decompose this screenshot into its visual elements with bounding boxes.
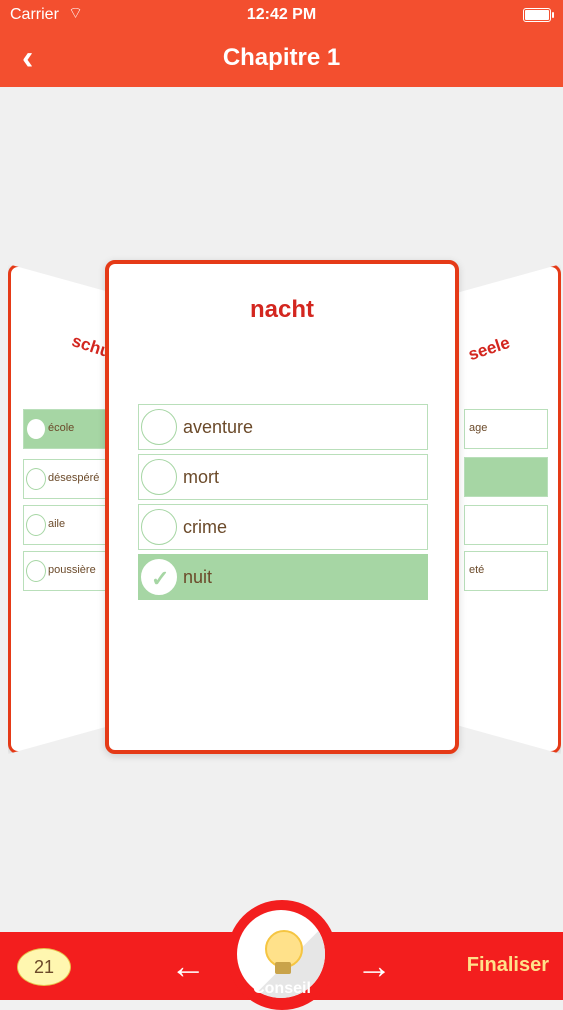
remaining-count-badge: 21 xyxy=(17,948,71,986)
arrow-right-icon: → xyxy=(356,945,392,986)
next-card-button[interactable]: → xyxy=(354,946,394,986)
option-label: nuit xyxy=(183,567,213,587)
previous-card-button[interactable]: ← xyxy=(168,946,208,986)
radio-circle-icon xyxy=(26,468,46,490)
battery-icon xyxy=(523,8,554,22)
answer-option[interactable]: eté xyxy=(464,551,548,591)
status-bar: Carrier ⌔ 12:42 PM xyxy=(0,0,563,30)
answer-option[interactable]: aile xyxy=(23,505,111,545)
status-time: 12:42 PM xyxy=(246,6,317,23)
option-label: aventure xyxy=(183,417,254,437)
answer-option[interactable]: désespéré xyxy=(23,459,111,499)
finalize-button[interactable]: Finaliser xyxy=(467,954,549,977)
radio-circle-icon xyxy=(26,560,46,582)
answer-option[interactable]: age xyxy=(464,409,548,449)
option-label: mort xyxy=(183,467,219,487)
lightbulb-base xyxy=(275,962,291,974)
card-word: nacht xyxy=(249,296,314,323)
arrow-left-icon: ← xyxy=(170,945,206,986)
option-label: crime xyxy=(183,517,227,537)
answer-option-mort[interactable]: mort xyxy=(138,454,428,500)
hint-label: Conseil xyxy=(253,980,311,997)
nav-bar: ‹ Chapitre 1 xyxy=(0,30,563,87)
radio-circle-icon xyxy=(141,409,177,445)
answer-option[interactable]: école xyxy=(23,409,111,449)
radio-circle-icon xyxy=(141,509,177,545)
answer-option-crime[interactable]: crime xyxy=(138,504,428,550)
answer-option[interactable]: poussière xyxy=(23,551,111,591)
flashcard-current: nacht aventure mort crime ✓ nuit xyxy=(105,260,459,754)
answer-option[interactable] xyxy=(464,505,548,545)
card-next[interactable]: seele age eté xyxy=(455,264,561,754)
checkmark-icon: ✓ xyxy=(151,566,170,591)
answer-option-nuit[interactable]: ✓ nuit xyxy=(138,554,428,600)
radio-circle-icon: ✓ xyxy=(141,559,177,595)
radio-circle-icon xyxy=(141,459,177,495)
card-previous[interactable]: schule école désespéré aile poussière xyxy=(8,264,114,754)
radio-circle-icon xyxy=(26,418,46,440)
radio-circle-icon xyxy=(26,514,46,536)
answer-option-aventure[interactable]: aventure xyxy=(138,404,428,450)
hint-button[interactable]: Conseil xyxy=(227,900,337,1010)
answer-option[interactable] xyxy=(464,457,548,497)
card-word: seele xyxy=(465,332,513,365)
page-title: Chapitre 1 xyxy=(222,44,341,71)
